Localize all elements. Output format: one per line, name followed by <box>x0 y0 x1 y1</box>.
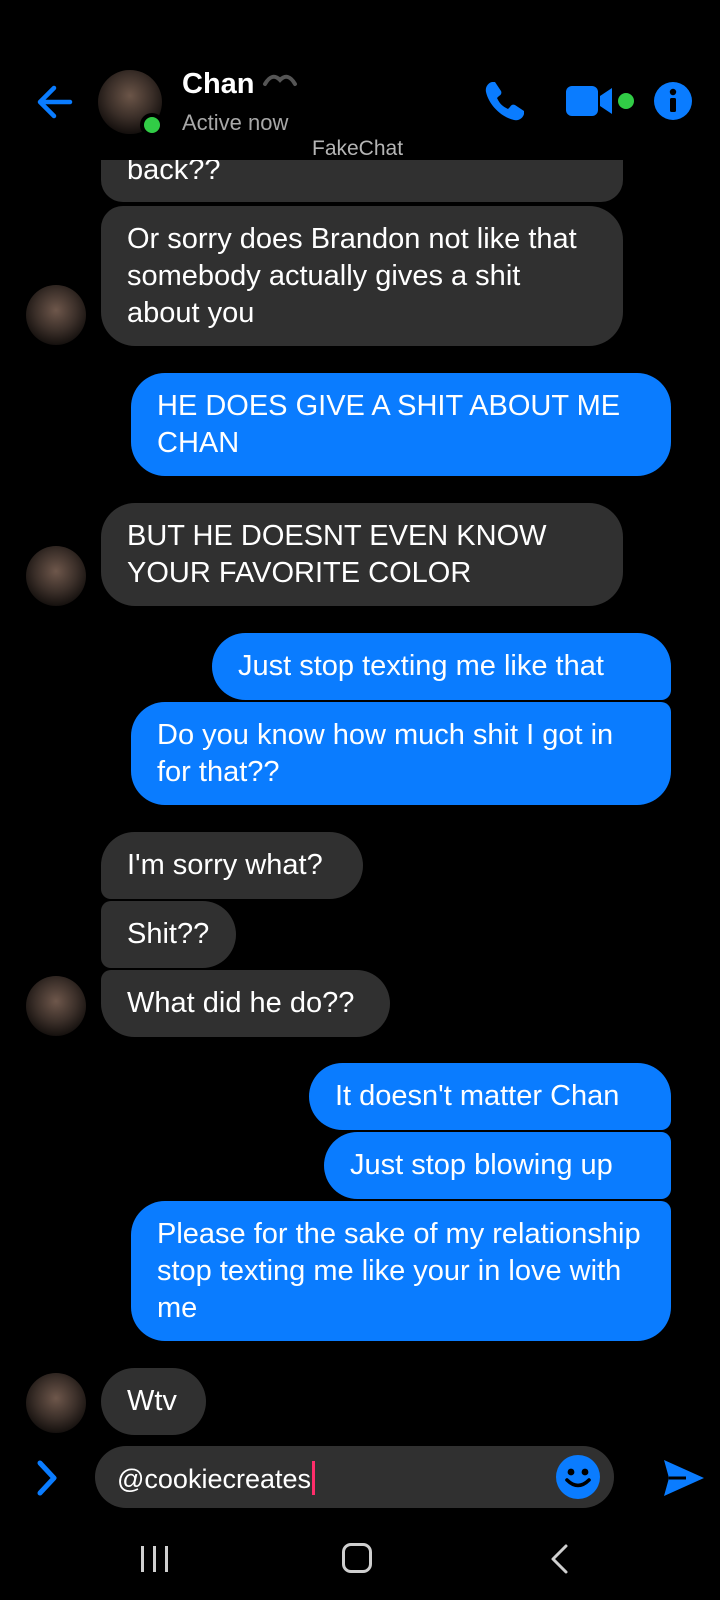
message-outgoing[interactable]: HE DOES GIVE A SHIT ABOUT ME CHAN <box>131 373 671 476</box>
send-button[interactable] <box>662 1456 706 1500</box>
message-incoming[interactable]: Shit?? <box>101 901 236 968</box>
message-input[interactable]: @cookiecreates <box>95 1446 614 1508</box>
back-button[interactable] <box>30 78 78 126</box>
video-camera-icon <box>566 86 612 116</box>
message-incoming[interactable]: Or sorry does Brandon not like that some… <box>101 206 623 346</box>
contact-avatar-small[interactable] <box>26 285 86 345</box>
chat-header: Chan Active now <box>0 0 720 160</box>
expand-actions-button[interactable] <box>30 1458 66 1498</box>
app-watermark: FakeChat <box>312 137 404 160</box>
contact-avatar-small[interactable] <box>26 976 86 1036</box>
heart-icon <box>263 74 297 86</box>
text-caret <box>312 1461 315 1495</box>
message-incoming[interactable]: BUT HE DOESNT EVEN KNOW YOUR FAVORITE CO… <box>101 503 623 606</box>
contact-avatar-small[interactable] <box>26 546 86 606</box>
smiley-icon <box>565 1468 591 1488</box>
send-icon <box>664 1460 704 1496</box>
video-active-dot <box>618 93 634 109</box>
home-button[interactable] <box>342 1543 372 1573</box>
active-status: Active now <box>182 110 289 135</box>
message-incoming[interactable]: I'm sorry what? <box>101 832 363 899</box>
message-outgoing[interactable]: It doesn't matter Chan <box>309 1063 671 1130</box>
message-incoming[interactable]: Wtv <box>101 1368 206 1435</box>
arrow-left-icon <box>37 85 73 119</box>
online-indicator <box>140 113 164 137</box>
message-outgoing[interactable]: Please for the sake of my relationship s… <box>131 1201 671 1341</box>
recent-apps-button[interactable] <box>138 1544 172 1574</box>
info-icon <box>669 88 677 112</box>
chevron-right-icon <box>37 1460 57 1496</box>
message-input-text[interactable]: @cookiecreates <box>117 1464 311 1494</box>
message-outgoing[interactable]: Do you know how much shit I got in for t… <box>131 702 671 805</box>
phone-icon <box>485 82 524 121</box>
info-button[interactable] <box>654 82 692 120</box>
contact-name[interactable]: Chan <box>182 68 255 101</box>
message-outgoing[interactable]: Just stop texting me like that <box>212 633 671 700</box>
call-button[interactable] <box>482 78 528 124</box>
message-incoming[interactable]: What did he do?? <box>101 970 390 1037</box>
video-call-button[interactable] <box>566 84 616 118</box>
contact-avatar-small[interactable] <box>26 1373 86 1433</box>
system-back-button[interactable] <box>548 1543 572 1575</box>
message-outgoing[interactable]: Just stop blowing up <box>324 1132 671 1199</box>
emoji-button[interactable] <box>556 1455 600 1499</box>
